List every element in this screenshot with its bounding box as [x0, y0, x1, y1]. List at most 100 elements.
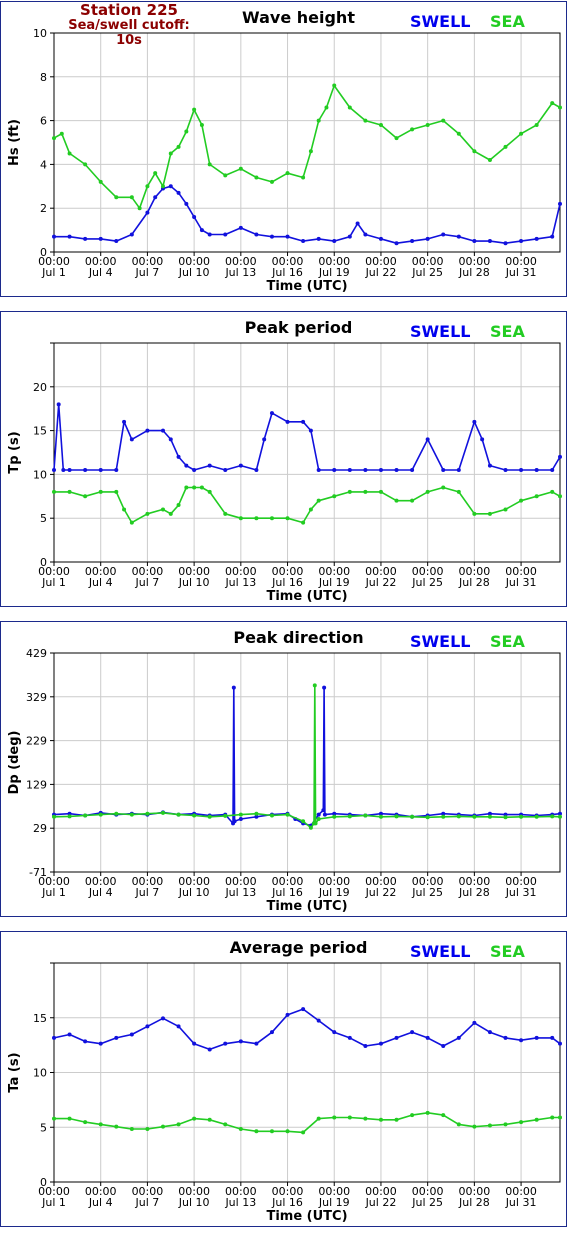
data-point-sea: [207, 162, 212, 167]
data-point-sea: [285, 812, 290, 817]
series-line-swell: [53, 686, 561, 827]
data-point-sea: [472, 1124, 477, 1129]
data-point-sea: [114, 195, 119, 200]
y-tick-label: 20: [33, 381, 47, 394]
data-point-sea: [550, 814, 555, 819]
data-point-sea: [254, 811, 259, 816]
series-line-sea: [54, 1112, 560, 1134]
x-tick-label-date: Jul 31: [505, 886, 537, 899]
data-point-swell: [285, 234, 290, 239]
chart-peak-direction: -712912922932942900:00Jul 100:00Jul 400:…: [7, 647, 562, 914]
data-point-swell: [238, 1039, 243, 1044]
data-point-swell: [67, 234, 72, 239]
data-point-sea: [472, 149, 477, 154]
data-point-sea: [238, 516, 243, 521]
data-point-swell: [145, 210, 150, 215]
data-point-sea: [519, 814, 524, 819]
y-tick-label: 5: [40, 512, 47, 525]
data-point-sea: [176, 503, 181, 508]
data-point-sea: [347, 1115, 352, 1120]
data-point-sea: [363, 1116, 368, 1121]
series-line-sea: [53, 84, 561, 209]
data-point-swell: [534, 1035, 539, 1040]
data-point-sea: [238, 166, 243, 171]
data-point-swell: [503, 468, 508, 473]
data-point-sea: [301, 520, 306, 525]
data-point-swell: [98, 1041, 103, 1046]
data-point-swell: [129, 437, 134, 442]
data-point-sea: [378, 814, 383, 819]
plot-frame: [53, 342, 561, 563]
data-point-sea: [153, 171, 158, 176]
data-point-sea: [363, 813, 368, 818]
chart-title: Peak direction: [233, 628, 364, 647]
data-point-sea: [223, 813, 228, 818]
y-tick-label: 8: [40, 71, 47, 84]
data-point-sea: [347, 489, 352, 494]
data-point-sea: [192, 107, 197, 112]
x-axis-label: Time (UTC): [266, 279, 347, 294]
data-point-sea: [394, 814, 399, 819]
data-point-sea: [192, 485, 197, 490]
data-point-sea: [83, 494, 88, 499]
data-point-sea: [207, 814, 212, 819]
data-point-sea: [441, 118, 446, 123]
data-point-sea: [184, 485, 189, 490]
data-point-sea: [192, 1116, 197, 1121]
data-point-sea: [316, 817, 321, 822]
x-tick-label-date: Jul 13: [224, 1196, 256, 1209]
y-tick-label: 15: [33, 425, 47, 438]
data-point-swell: [145, 428, 150, 433]
data-point-swell: [519, 239, 524, 244]
data-point-sea: [425, 489, 430, 494]
legend-sea: SEA: [490, 12, 525, 31]
data-point-swell: [67, 1032, 72, 1037]
data-point-swell: [472, 419, 477, 424]
data-point-swell: [301, 419, 306, 424]
y-tick-label: 5: [40, 1121, 47, 1134]
data-point-swell: [83, 1039, 88, 1044]
data-point-swell: [160, 428, 165, 433]
data-point-swell: [503, 241, 508, 246]
data-point-sea: [168, 151, 173, 156]
data-point-swell: [223, 468, 228, 473]
data-point-sea: [534, 494, 539, 499]
data-point-swell: [153, 195, 158, 200]
x-tick-label-date: Jul 28: [458, 886, 490, 899]
data-point-sea: [285, 516, 290, 521]
data-point-sea: [519, 131, 524, 136]
data-point-swell: [410, 1030, 415, 1035]
x-tick-label-date: Jul 28: [458, 266, 490, 279]
data-point-sea: [160, 507, 165, 512]
x-tick-label-date: Jul 1: [41, 576, 66, 589]
x-tick-label-date: Jul 19: [318, 886, 350, 899]
data-point-swell: [114, 239, 119, 244]
data-point-sea: [472, 511, 477, 516]
data-point-sea: [207, 489, 212, 494]
data-point-swell: [269, 411, 274, 416]
data-point-sea: [503, 815, 508, 820]
x-axis-label: Time (UTC): [266, 589, 347, 604]
data-point-swell: [238, 225, 243, 230]
legend-swell: SWELL: [410, 632, 471, 651]
y-tick-label: 2: [40, 202, 47, 215]
data-point-sea: [558, 814, 562, 819]
data-point-swell: [223, 1041, 228, 1046]
data-point-swell: [558, 201, 562, 206]
data-point-swell: [487, 239, 492, 244]
data-point-sea: [83, 162, 88, 167]
data-point-sea: [332, 494, 337, 499]
data-point-swell: [83, 468, 88, 473]
data-point-swell: [441, 232, 446, 237]
data-point-swell: [129, 232, 134, 237]
data-point-swell: [558, 454, 562, 459]
chart-peak-period: 0510152000:00Jul 100:00Jul 400:00Jul 700…: [7, 342, 562, 604]
data-point-swell: [262, 437, 267, 442]
data-point-sea: [487, 1123, 492, 1128]
x-tick-label-date: Jul 31: [505, 266, 537, 279]
data-point-swell: [269, 234, 274, 239]
data-point-swell: [378, 236, 383, 241]
data-point-swell: [238, 817, 243, 822]
data-point-swell: [316, 236, 321, 241]
y-tick-label: 10: [33, 27, 47, 40]
